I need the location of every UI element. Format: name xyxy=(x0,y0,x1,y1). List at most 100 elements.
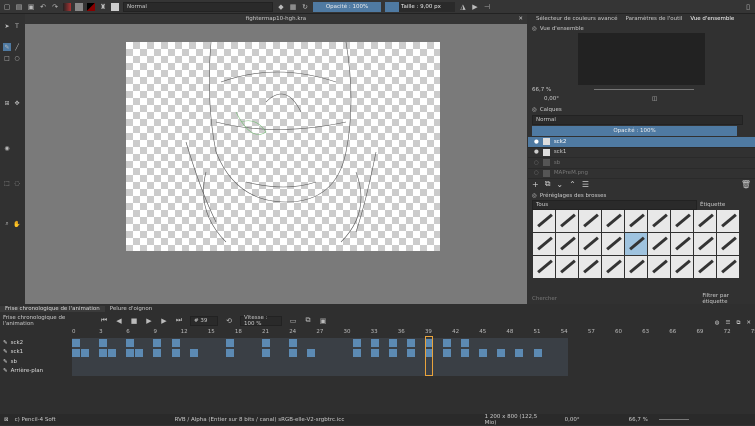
tab-tool-options[interactable]: Paramètres de l'outil xyxy=(626,16,683,22)
size-slider[interactable]: Taille : 9,00 px xyxy=(385,1,455,12)
keyframe[interactable] xyxy=(388,348,397,357)
add-layer-icon[interactable]: + xyxy=(532,180,539,189)
brush-preset[interactable] xyxy=(717,233,739,255)
brush-preset[interactable] xyxy=(602,233,624,255)
keyframe[interactable] xyxy=(72,348,80,357)
timeline-track[interactable] xyxy=(72,366,568,376)
zoom-value[interactable]: 66,7 % xyxy=(532,87,551,93)
tab-timeline[interactable]: Frise chronologique de l'animation xyxy=(0,306,105,312)
keyframe[interactable] xyxy=(262,339,271,347)
close-icon[interactable]: ✕ xyxy=(518,14,523,24)
close-icon[interactable]: ✕ xyxy=(746,320,751,327)
keyframe[interactable] xyxy=(497,348,506,357)
reload-icon[interactable]: ↻ xyxy=(301,3,309,11)
brush-preset[interactable] xyxy=(694,210,716,232)
brush-preset[interactable] xyxy=(602,210,624,232)
move-down-icon[interactable]: ⌄ xyxy=(556,180,563,189)
rect-select-icon[interactable]: ⬚ xyxy=(3,179,11,187)
brush-preset[interactable] xyxy=(648,210,670,232)
document-tab[interactable]: fightermap10-hgh.kra ✕ xyxy=(25,14,527,24)
transform-tool-icon[interactable]: ⊞ xyxy=(3,99,11,107)
timeline-layer[interactable]: ✎ sck2 xyxy=(0,338,72,348)
layer-row[interactable]: ● sck1 xyxy=(528,148,755,158)
keyframe[interactable] xyxy=(99,348,108,357)
layer-properties-icon[interactable]: ☰ xyxy=(582,180,589,189)
keyframe[interactable] xyxy=(171,348,180,357)
keyframe[interactable] xyxy=(352,348,361,357)
brush-preset[interactable] xyxy=(671,256,693,278)
frame-ruler[interactable]: 0 3 6 9 12 15 18 21 24 27 30 33 36 39 42 45 48 51 54 57 60 63… xyxy=(72,329,755,336)
keyframe[interactable] xyxy=(461,339,470,347)
ellipse-tool-icon[interactable]: ○ xyxy=(13,54,21,62)
timeline-track[interactable] xyxy=(72,357,568,367)
auto-key-icon[interactable]: ▣ xyxy=(319,317,327,325)
loop-icon[interactable]: ⟲ xyxy=(225,317,233,325)
alpha-lock-icon[interactable]: ▦ xyxy=(289,3,297,11)
overview-thumbnail[interactable] xyxy=(578,33,705,85)
keyframe[interactable] xyxy=(108,348,117,357)
rectangle-tool-icon[interactable]: □ xyxy=(3,54,11,62)
filter-by-tag-checkbox[interactable]: Filtrer par étiquette xyxy=(702,293,755,305)
brush-preset[interactable] xyxy=(579,233,601,255)
brush-preset[interactable] xyxy=(602,256,624,278)
brush-tool-icon[interactable]: ✎ xyxy=(3,43,11,51)
mirror-horizontal-icon[interactable]: ◮ xyxy=(459,3,467,11)
keyframe[interactable] xyxy=(153,339,162,347)
brush-icon[interactable]: ⊠ xyxy=(4,417,9,423)
zoom-slider[interactable] xyxy=(658,419,689,420)
timeline-layer[interactable]: ✎ sb xyxy=(0,357,72,367)
move-up-icon[interactable]: ⌃ xyxy=(569,180,576,189)
text-tool-icon[interactable]: T xyxy=(13,22,21,30)
pan-tool-icon[interactable]: ✋ xyxy=(13,220,21,228)
timeline-layer[interactable]: ✎ sck1 xyxy=(0,348,72,358)
keyframe[interactable] xyxy=(406,348,415,357)
prev-frame-icon[interactable]: ◀ xyxy=(115,317,123,325)
panel-icon[interactable]: ▯ xyxy=(744,3,752,11)
duplicate-layer-icon[interactable]: ⧉ xyxy=(545,179,551,189)
zoom-tool-icon[interactable]: ⌕ xyxy=(3,220,11,228)
float-icon[interactable]: ⧉ xyxy=(736,320,740,327)
color-swap-icon[interactable] xyxy=(87,2,95,11)
new-document-icon[interactable]: ▢ xyxy=(3,3,11,11)
keyframe[interactable] xyxy=(126,348,135,357)
visibility-icon[interactable]: ○ xyxy=(534,170,539,176)
gradient-icon[interactable] xyxy=(63,2,71,11)
tag-button[interactable]: Étiquette xyxy=(700,202,725,208)
keyframe[interactable] xyxy=(153,348,162,357)
brush-preset[interactable] xyxy=(556,210,578,232)
layer-row[interactable]: ○ MAPreM.png xyxy=(528,169,755,179)
mirror-icon[interactable]: ◫ xyxy=(652,96,657,102)
audio-icon[interactable]: ◍ xyxy=(715,320,720,327)
layer-row[interactable]: ○ sb xyxy=(528,158,755,169)
ellipse-select-icon[interactable]: ◌ xyxy=(13,179,21,187)
brush-preview-icon[interactable] xyxy=(111,2,119,11)
play-icon[interactable]: ▶ xyxy=(145,317,153,325)
brush-preset[interactable] xyxy=(648,233,670,255)
keyframe[interactable] xyxy=(99,339,108,347)
open-icon[interactable]: ▤ xyxy=(15,3,23,11)
layer-opacity-slider[interactable]: Opacité : 100% xyxy=(532,126,737,136)
menu-icon[interactable]: ☰ xyxy=(726,320,731,327)
tab-overview[interactable]: Vue d'ensemble xyxy=(690,16,734,22)
keyframe[interactable] xyxy=(370,348,379,357)
keyframe[interactable] xyxy=(81,348,90,357)
delete-layer-icon[interactable]: 🗑 xyxy=(741,180,751,189)
keyframe[interactable] xyxy=(515,348,524,357)
fill-tool-icon[interactable]: ◉ xyxy=(3,144,11,152)
brush-preset[interactable] xyxy=(579,256,601,278)
brush-filter-select[interactable]: Tous xyxy=(532,199,697,210)
current-frame-marker[interactable] xyxy=(424,336,433,376)
brush-preset[interactable] xyxy=(717,256,739,278)
timeline-track[interactable] xyxy=(72,338,568,348)
keyframe[interactable] xyxy=(479,348,488,357)
brush-preset[interactable] xyxy=(694,233,716,255)
brush-preset[interactable] xyxy=(671,210,693,232)
frame-input[interactable]: # 39 xyxy=(190,315,218,326)
last-frame-icon[interactable]: ⏭ xyxy=(175,316,183,325)
keyframe[interactable] xyxy=(225,339,234,347)
undo-icon[interactable]: ↶ xyxy=(39,3,47,11)
onion-skin-icon[interactable]: ⧉ xyxy=(304,316,312,325)
stop-icon[interactable]: ■ xyxy=(130,317,138,325)
brush-preset[interactable] xyxy=(556,233,578,255)
keyframe[interactable] xyxy=(135,348,144,357)
